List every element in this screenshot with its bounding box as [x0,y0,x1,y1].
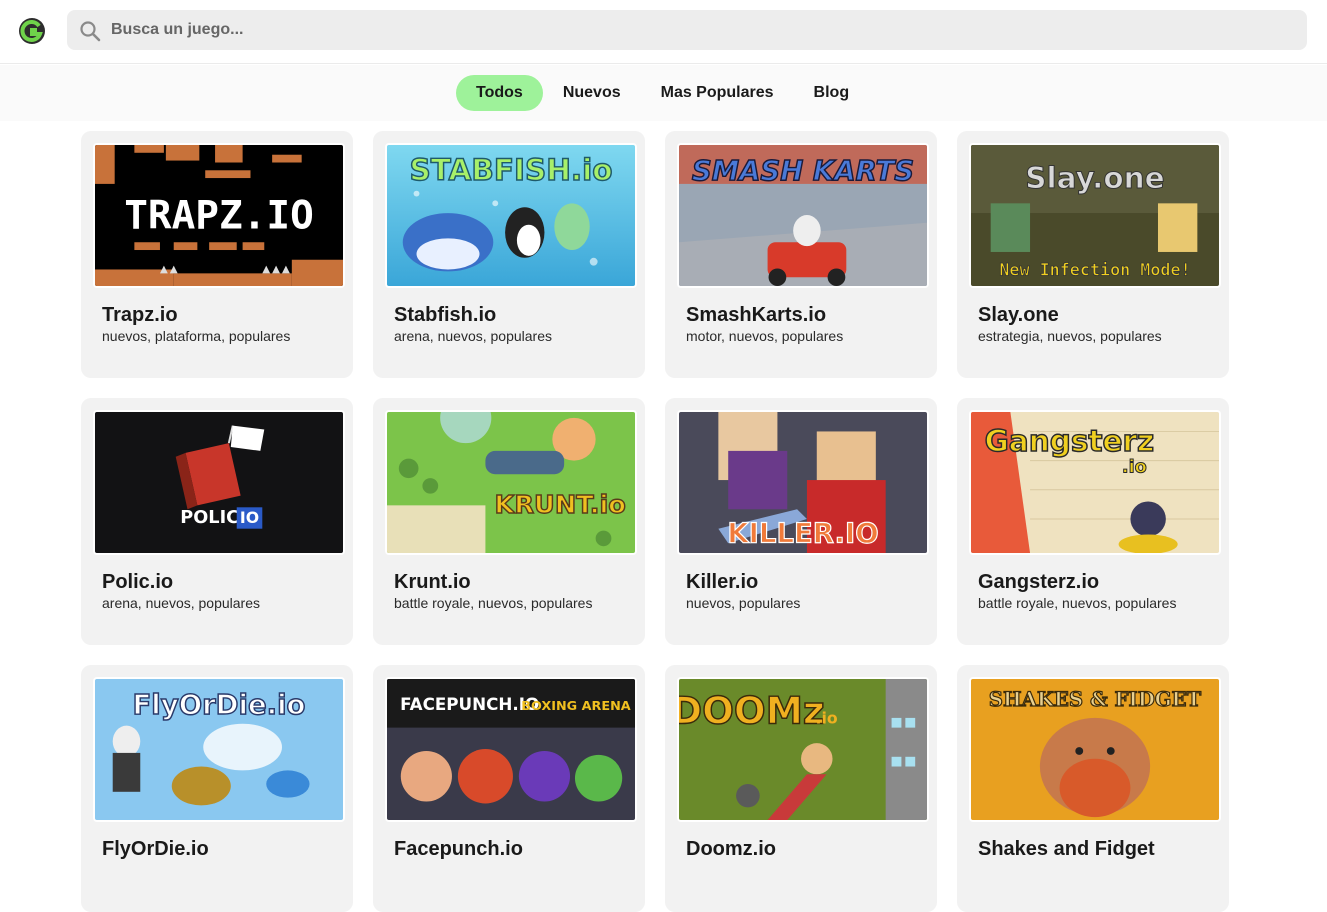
game-thumbnail[interactable]: Slay.one New Infection Mode! [969,143,1221,288]
svg-text:TRAPZ.IO: TRAPZ.IO [124,194,314,239]
game-title[interactable]: Stabfish.io [394,304,496,327]
svg-text:POLIC.: POLIC. [180,508,246,528]
svg-text:IO: IO [240,508,259,527]
game-title[interactable]: Shakes and Fidget [978,838,1155,861]
game-title[interactable]: Krunt.io [394,571,471,594]
game-title[interactable]: Slay.one [978,304,1059,327]
tab-blog[interactable]: Blog [794,75,870,111]
game-card-facepunch[interactable]: FACEPUNCH.IO BOXING ARENA Facepunch.io [373,665,645,912]
game-thumbnail[interactable]: FACEPUNCH.IO BOXING ARENA [385,677,637,822]
top-bar [0,0,1327,64]
tab-nuevos[interactable]: Nuevos [543,75,641,111]
game-thumbnail[interactable]: SHAKES & FIDGET [969,677,1221,822]
search-bar[interactable] [67,10,1307,50]
game-thumbnail[interactable]: POLIC. IO [93,410,345,555]
game-card-killer[interactable]: KILLER.IO Killer.io nuevos, populares [665,398,937,645]
game-title[interactable]: SmashKarts.io [686,304,826,327]
g-logo-icon[interactable] [18,17,46,45]
game-thumbnail[interactable]: KRUNT.io [385,410,637,555]
game-thumbnail[interactable]: STABFISH.io [385,143,637,288]
svg-text:DOOMz: DOOMz [679,689,825,733]
svg-text:SHAKES & FIDGET: SHAKES & FIDGET [989,688,1202,711]
game-card-policio[interactable]: POLIC. IO Polic.io arena, nuevos, popula… [81,398,353,645]
game-tags: arena, nuevos, populares [394,328,552,344]
game-card-doomz[interactable]: DOOMz .io Doomz.io [665,665,937,912]
svg-text:SMASH KARTS: SMASH KARTS [692,156,914,187]
game-thumbnail[interactable]: KILLER.IO [677,410,929,555]
game-grid: TRAPZ.IO Trapz.io nuevos, plataforma, po… [81,131,1229,912]
game-card-flyordie[interactable]: FlyOrDie.io FlyOrDie.io [81,665,353,912]
game-tags: battle royale, nuevos, populares [394,595,593,611]
game-tags: nuevos, populares [686,595,801,611]
svg-text:FlyOrDie.io: FlyOrDie.io [133,690,306,721]
svg-text:FACEPUNCH.IO: FACEPUNCH.IO [400,695,539,714]
svg-text:.io: .io [1122,457,1147,477]
svg-text:BOXING ARENA: BOXING ARENA [521,698,631,713]
svg-text:KRUNT.io: KRUNT.io [495,489,626,519]
svg-text:STABFISH.io: STABFISH.io [409,153,612,187]
game-card-stabfish[interactable]: STABFISH.io Stabfish.io arena, nuevos, p… [373,131,645,378]
svg-text:New Infection Mode!: New Infection Mode! [999,260,1190,279]
game-card-krunt[interactable]: KRUNT.io Krunt.io battle royale, nuevos,… [373,398,645,645]
svg-text:.io: .io [816,709,838,728]
game-card-trapz[interactable]: TRAPZ.IO Trapz.io nuevos, plataforma, po… [81,131,353,378]
game-title[interactable]: Facepunch.io [394,838,523,861]
search-icon [80,21,101,42]
game-tags: arena, nuevos, populares [102,595,260,611]
svg-text:Slay.one: Slay.one [1025,161,1164,195]
game-card-slayone[interactable]: Slay.one New Infection Mode! Slay.one es… [957,131,1229,378]
game-tags: battle royale, nuevos, populares [978,595,1177,611]
svg-text:KILLER.IO: KILLER.IO [727,518,878,549]
game-title[interactable]: Doomz.io [686,838,776,861]
search-input[interactable] [111,10,1291,50]
svg-text:Gangsterz: Gangsterz [985,424,1155,458]
category-nav: Todos Nuevos Mas Populares Blog [0,65,1327,121]
game-thumbnail[interactable]: Gangsterz .io [969,410,1221,555]
game-title[interactable]: Gangsterz.io [978,571,1099,594]
game-thumbnail[interactable]: DOOMz .io [677,677,929,822]
game-card-gangsterz[interactable]: Gangsterz .io Gangsterz.io battle royale… [957,398,1229,645]
tab-todos[interactable]: Todos [456,75,543,111]
game-card-smashkarts[interactable]: SMASH KARTS SmashKarts.io motor, nuevos,… [665,131,937,378]
game-tags: motor, nuevos, populares [686,328,844,344]
game-tags: nuevos, plataforma, populares [102,328,291,344]
tab-mas-populares[interactable]: Mas Populares [641,75,794,111]
game-thumbnail[interactable]: FlyOrDie.io [93,677,345,822]
game-title[interactable]: Trapz.io [102,304,178,327]
game-title[interactable]: Killer.io [686,571,758,594]
game-thumbnail[interactable]: SMASH KARTS [677,143,929,288]
game-title[interactable]: Polic.io [102,571,173,594]
game-thumbnail[interactable]: TRAPZ.IO [93,143,345,288]
game-title[interactable]: FlyOrDie.io [102,838,209,861]
game-tags: estrategia, nuevos, populares [978,328,1162,344]
game-card-shakes-fidget[interactable]: SHAKES & FIDGET Shakes and Fidget [957,665,1229,912]
